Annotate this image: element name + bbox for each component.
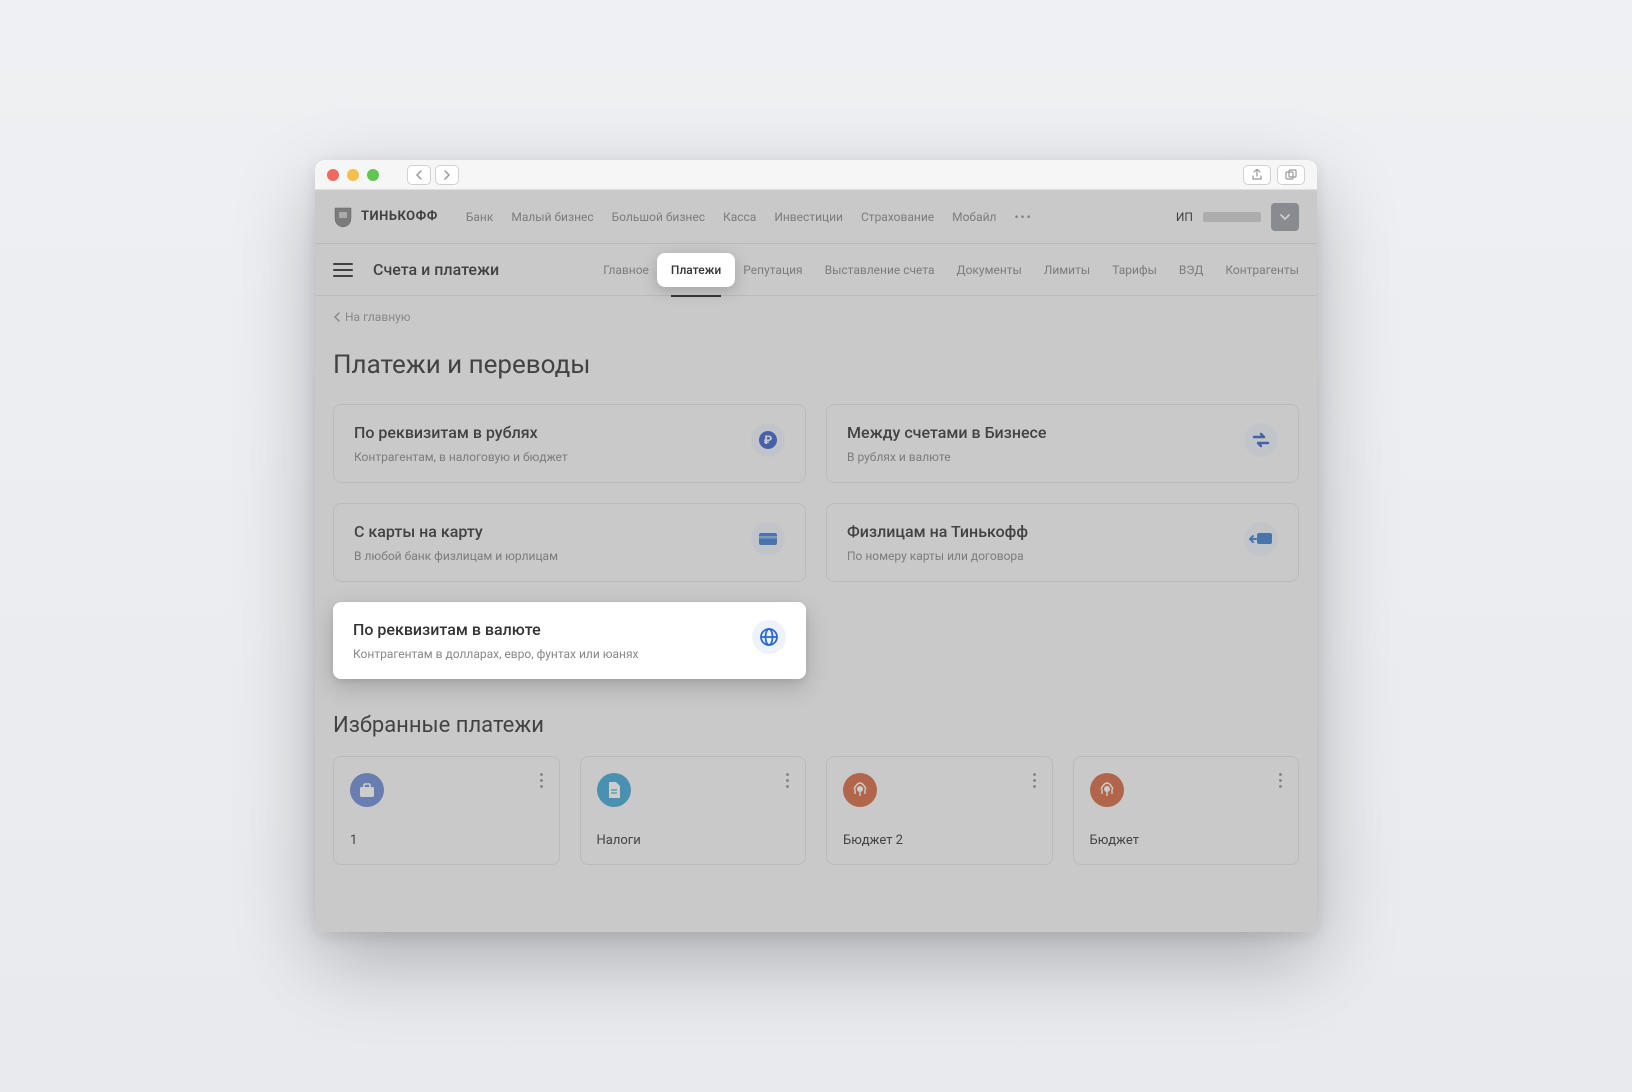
card-title: По реквизитам в рублях: [354, 423, 568, 442]
card-desc: По номеру карты или договора: [847, 549, 1028, 563]
favorite-menu-button[interactable]: [1033, 773, 1036, 788]
top-link[interactable]: Касса: [723, 210, 756, 224]
breadcrumb[interactable]: На главную: [315, 296, 1317, 334]
top-link[interactable]: Страхование: [861, 210, 934, 224]
close-window-button[interactable]: [327, 169, 339, 181]
favorite-label: Бюджет: [1090, 833, 1283, 848]
card-title: С карты на карту: [354, 522, 558, 541]
favorite-card[interactable]: Бюджет 2: [826, 756, 1053, 865]
browser-window: ТИНЬКОФФ Банк Малый бизнес Большой бизне…: [315, 160, 1317, 932]
receive-card-icon: [1244, 522, 1278, 556]
payment-card[interactable]: С карты на карту В любой банк физлицам и…: [333, 503, 806, 582]
globe-icon: [752, 620, 786, 654]
favorite-menu-button[interactable]: [1279, 773, 1282, 788]
doc-icon: [597, 773, 631, 807]
maximize-window-button[interactable]: [367, 169, 379, 181]
svg-text:₽: ₽: [764, 433, 773, 447]
emblem-icon: [1090, 773, 1124, 807]
card-title: Физлицам на Тинькофф: [847, 522, 1028, 541]
logo[interactable]: ТИНЬКОФФ: [333, 206, 438, 228]
chevron-left-icon: [333, 312, 341, 322]
top-link[interactable]: Мобайл: [952, 210, 996, 224]
favorite-menu-button[interactable]: [786, 773, 789, 788]
card-desc: В рублях и валюте: [847, 450, 1046, 464]
hamburger-menu-button[interactable]: [333, 263, 353, 277]
payment-card[interactable]: Между счетами в Бизнесе В рублях и валют…: [826, 404, 1299, 483]
nav-arrows: [407, 165, 459, 185]
card-desc: Контрагентам, в налоговую и бюджет: [354, 450, 568, 464]
swap-icon: [1244, 423, 1278, 457]
favorite-menu-button[interactable]: [540, 773, 543, 788]
share-button[interactable]: [1243, 165, 1271, 185]
card-desc: В любой банк физлицам и юрлицам: [354, 549, 558, 563]
sub-tab[interactable]: ВЭД: [1179, 263, 1203, 277]
top-link[interactable]: Малый бизнес: [511, 210, 593, 224]
favorite-label: Налоги: [597, 833, 790, 848]
favorite-card[interactable]: Налоги: [580, 756, 807, 865]
page-content: ТИНЬКОФФ Банк Малый бизнес Большой бизне…: [315, 190, 1317, 932]
card-title: По реквизитам в валюте: [353, 620, 639, 639]
browser-titlebar: [315, 160, 1317, 190]
sub-tab[interactable]: Главное: [603, 263, 649, 277]
user-block[interactable]: ИП: [1176, 203, 1299, 231]
card-icon: [751, 522, 785, 556]
card-title: Между счетами в Бизнесе: [847, 423, 1046, 442]
card-desc: Контрагентам в долларах, евро, фунтах ил…: [353, 647, 639, 661]
favorites-heading: Избранные платежи: [333, 713, 1299, 738]
sub-tab[interactable]: Контрагенты: [1225, 263, 1299, 277]
user-name-redacted: [1203, 212, 1261, 222]
sub-tab[interactable]: Тарифы: [1112, 263, 1157, 277]
sub-tab-active-highlight[interactable]: Платежи: [657, 253, 735, 287]
favorite-label: Бюджет 2: [843, 833, 1036, 848]
user-prefix: ИП: [1176, 210, 1193, 224]
briefcase-icon: [350, 773, 384, 807]
more-menu-button[interactable]: •••: [1014, 210, 1032, 224]
tabs-button[interactable]: [1277, 165, 1305, 185]
sub-tab[interactable]: Выставление счета: [825, 263, 935, 277]
sub-tabs: ГлавноеПлатежиРепутацияВыставление счета…: [603, 263, 1299, 277]
sub-tab[interactable]: Репутация: [743, 263, 802, 277]
content-inner: Платежи и переводы По реквизитам в рубля…: [315, 350, 1317, 889]
traffic-lights: [327, 169, 379, 181]
top-link[interactable]: Большой бизнес: [612, 210, 705, 224]
brand-text: ТИНЬКОФФ: [361, 209, 438, 224]
top-link[interactable]: Банк: [466, 210, 494, 224]
breadcrumb-label: На главную: [345, 310, 411, 324]
emblem-icon: [843, 773, 877, 807]
avatar[interactable]: [1271, 203, 1299, 231]
favorite-label: 1: [350, 833, 543, 848]
sub-tab[interactable]: Лимиты: [1044, 263, 1090, 277]
payment-card[interactable]: Физлицам на Тинькофф По номеру карты или…: [826, 503, 1299, 582]
favorite-card[interactable]: Бюджет: [1073, 756, 1300, 865]
ruble-icon: ₽: [751, 423, 785, 457]
favorites-grid: 1 Налоги Бюджет 2 Бюджет: [333, 756, 1299, 865]
top-nav: ТИНЬКОФФ Банк Малый бизнес Большой бизне…: [315, 190, 1317, 244]
favorite-card[interactable]: 1: [333, 756, 560, 865]
sub-tab[interactable]: Платежи: [671, 263, 721, 297]
back-button[interactable]: [407, 165, 431, 185]
payment-card[interactable]: По реквизитам в валюте Контрагентам в до…: [333, 602, 806, 679]
payment-cards-grid: По реквизитам в рублях Контрагентам, в н…: [333, 404, 1299, 679]
page-title: Платежи и переводы: [333, 350, 1299, 380]
sub-tab[interactable]: Документы: [957, 263, 1022, 277]
payment-card[interactable]: По реквизитам в рублях Контрагентам, в н…: [333, 404, 806, 483]
top-link[interactable]: Инвестиции: [774, 210, 843, 224]
forward-button[interactable]: [435, 165, 459, 185]
chevron-down-icon: [1279, 213, 1291, 221]
minimize-window-button[interactable]: [347, 169, 359, 181]
top-links: Банк Малый бизнес Большой бизнес Касса И…: [466, 210, 1033, 224]
shield-icon: [333, 206, 353, 228]
section-title: Счета и платежи: [373, 260, 499, 279]
sub-nav: Счета и платежи Главное Платежи Репутация В…: [315, 244, 1317, 296]
